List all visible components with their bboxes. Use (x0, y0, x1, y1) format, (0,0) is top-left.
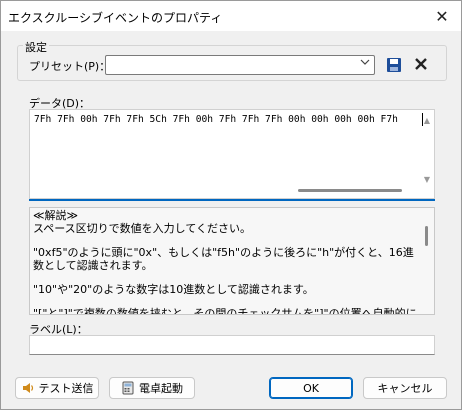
text-caret (422, 113, 423, 126)
close-icon: ✕ (435, 6, 449, 26)
focus-underline (29, 199, 435, 201)
window-title: エクスクルーシブイベントのプロパティ (8, 11, 223, 25)
close-button[interactable]: ✕ (429, 5, 455, 27)
data-textarea[interactable]: 7Fh 7Fh 00h 7Fh 7Fh 5Ch 7Fh 00h 7Fh 7Fh … (29, 109, 435, 199)
help-paragraph: スペース区切りで数値を入力してください。 (33, 222, 252, 235)
label-input[interactable] (29, 335, 435, 355)
save-icon[interactable] (386, 57, 402, 73)
help-scrollbar[interactable] (425, 226, 428, 246)
preset-label: プリセット(P)： (29, 60, 111, 73)
calculator-icon (121, 381, 135, 395)
speaker-icon (21, 381, 35, 395)
help-panel: ≪解説≫ スペース区切りで数値を入力してください。 "0xf5"のように頭に"0… (29, 207, 435, 315)
help-heading: ≪解説≫ (33, 209, 79, 222)
delete-icon[interactable] (413, 56, 429, 72)
properties-dialog: エクスクルーシブイベントのプロパティ ✕ 設定 プリセット(P)： データ(D)… (0, 0, 462, 410)
calculator-button[interactable]: 電卓起動 (109, 377, 195, 399)
horizontal-scrollbar[interactable] (298, 189, 402, 192)
preset-combobox[interactable] (105, 55, 375, 75)
data-value: 7Fh 7Fh 00h 7Fh 7Fh 5Ch 7Fh 00h 7Fh 7Fh … (34, 114, 398, 125)
test-send-label: テスト送信 (38, 382, 94, 395)
title-bar: エクスクルーシブイベントのプロパティ ✕ (1, 1, 461, 31)
chevron-down-icon[interactable] (360, 58, 370, 69)
help-paragraph: "10"や"20"のような数字は10進数として認識されます。 (33, 283, 314, 296)
ok-button[interactable]: OK (269, 377, 353, 399)
scroll-up-icon[interactable]: ▲ (424, 116, 430, 125)
cancel-button[interactable]: キャンセル (363, 377, 447, 399)
test-send-button[interactable]: テスト送信 (15, 377, 99, 399)
ok-label: OK (303, 381, 319, 395)
scroll-down-icon[interactable]: ▼ (424, 175, 430, 184)
calculator-label: 電卓起動 (139, 382, 183, 395)
help-paragraph: "["と"]"で複数の数値を挟むと、その間のチェックサムを"]"の位置へ自動的に… (33, 307, 417, 315)
help-paragraph: "0xf5"のように頭に"0x"、もしくは"f5h"のように後ろに"h"が付くと… (33, 246, 414, 272)
cancel-label: キャンセル (377, 382, 433, 395)
settings-group-label: 設定 (23, 39, 49, 55)
